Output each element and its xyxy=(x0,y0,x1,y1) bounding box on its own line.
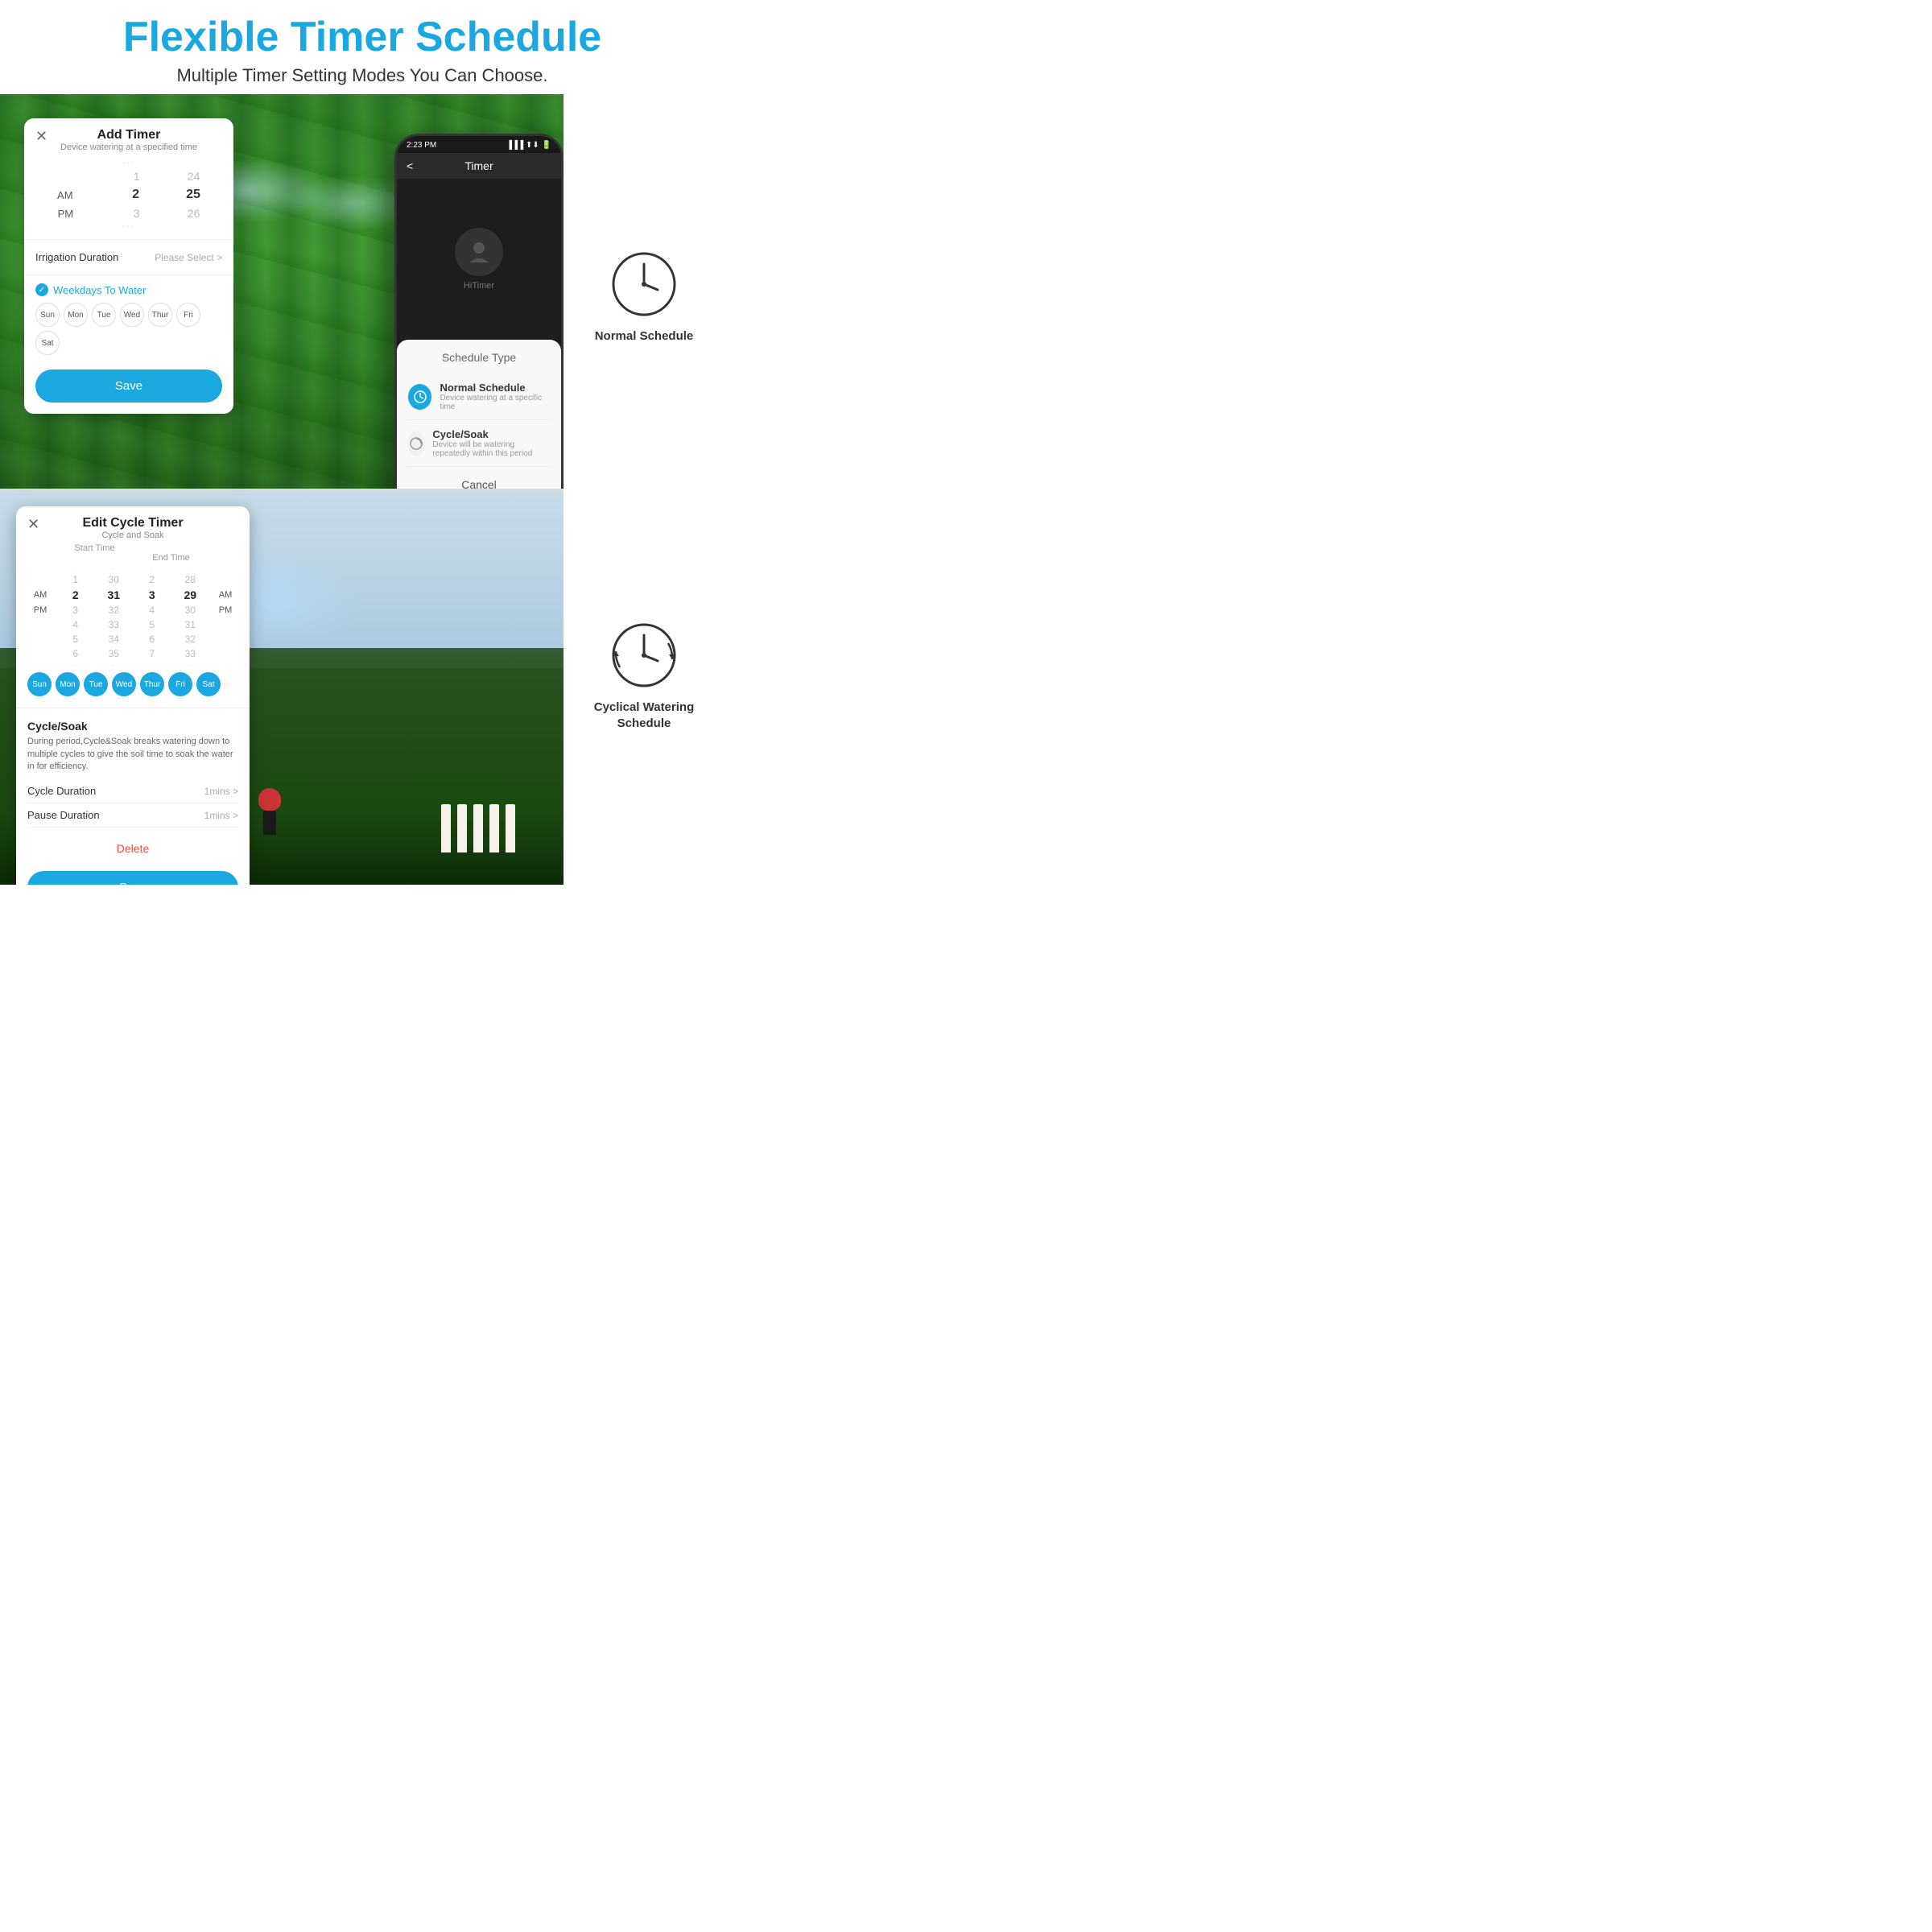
check-icon: ✓ xyxy=(35,283,48,296)
timer-label: HiTimer xyxy=(455,281,503,291)
nav-title: Timer xyxy=(408,159,550,172)
main-grid: ✕ Add Timer Device watering at a specifi… xyxy=(0,94,724,885)
time-row-2: AM 2 25 xyxy=(34,185,224,204)
cycle-soak-desc: During period,Cycle&Soak breaks watering… xyxy=(27,736,238,773)
edit-cycle-timer-card: ✕ Edit Cycle Timer Cycle and Soak Start … xyxy=(16,506,250,885)
phone-dark-area: HiTimer xyxy=(397,179,561,340)
cancel-button[interactable]: Cancel xyxy=(408,470,550,489)
phone-status-bar: 2:23 PM ▐▐▐ ⬆⬇ 🔋 xyxy=(397,136,561,153)
cycle-soak-icon xyxy=(408,431,424,456)
right-column: Normal Schedule Cyclical WateringSchedul… xyxy=(564,94,724,885)
main-title: Flexible Timer Schedule xyxy=(16,14,708,60)
normal-schedule-label: Normal Schedule xyxy=(595,328,694,345)
cycle-duration-value: 1mins > xyxy=(204,786,238,797)
cycle-clock-icon xyxy=(608,619,680,691)
cycle-day-sat[interactable]: Sat xyxy=(196,672,221,696)
dots-top: ··· xyxy=(34,159,224,167)
phone-avatar xyxy=(455,228,503,276)
close-icon-bottom[interactable]: ✕ xyxy=(27,516,39,533)
time-row-1: 1 24 xyxy=(34,167,224,185)
sprinkler xyxy=(254,788,286,836)
dots-bottom: ··· xyxy=(34,222,224,231)
normal-schedule-icon xyxy=(408,384,431,410)
cycle-day-thur[interactable]: Thur xyxy=(140,672,164,696)
fence xyxy=(441,804,515,852)
cycle-duration-row[interactable]: Cycle Duration 1mins > xyxy=(27,779,238,803)
normal-schedule-item: Normal Schedule xyxy=(595,248,694,345)
cycle-card-subtitle: Cycle and Soak xyxy=(82,530,183,540)
schedule-option-normal[interactable]: Normal Schedule Device watering at a spe… xyxy=(408,374,550,420)
phone-nav-bar: < Timer xyxy=(397,153,561,179)
pause-duration-label: Pause Duration xyxy=(27,809,100,821)
day-sat[interactable]: Sat xyxy=(35,331,60,355)
cycle-day-buttons: Sun Mon Tue Wed Thur Fri Sat xyxy=(16,669,250,703)
day-mon[interactable]: Mon xyxy=(64,303,88,327)
phone-bottom-sheet: Schedule Type Normal Schedule xyxy=(397,340,561,489)
time-row-3: PM 3 26 xyxy=(34,204,224,222)
cycle-soak-section: Cycle/Soak During period,Cycle&Soak brea… xyxy=(16,713,250,834)
card-title: Add Timer xyxy=(60,128,197,142)
cycle-schedule-label: Cyclical WateringSchedule xyxy=(594,700,694,731)
normal-clock-icon xyxy=(608,248,680,320)
save-button[interactable]: Save xyxy=(35,369,222,402)
pause-duration-row[interactable]: Pause Duration 1mins > xyxy=(27,803,238,828)
day-thur[interactable]: Thur xyxy=(148,303,172,327)
cycle-card-title: Edit Cycle Timer xyxy=(82,516,183,530)
cycle-soak-title: Cycle/Soak xyxy=(27,720,238,733)
top-scene: ✕ Add Timer Device watering at a specifi… xyxy=(0,94,564,489)
bottom-scene: ✕ Edit Cycle Timer Cycle and Soak Start … xyxy=(0,490,564,885)
close-icon[interactable]: ✕ xyxy=(35,128,47,145)
irrigation-value: Please Select > xyxy=(155,252,222,263)
time-picker: ··· 1 24 AM 2 25 PM 3 26 xyxy=(24,155,233,234)
schedule-option-cycle[interactable]: Cycle/Soak Device will be watering repea… xyxy=(408,420,550,467)
images-column: ✕ Add Timer Device watering at a specifi… xyxy=(0,94,564,885)
sheet-title: Schedule Type xyxy=(408,351,550,364)
main-subtitle: Multiple Timer Setting Modes You Can Cho… xyxy=(16,65,708,86)
divider-1 xyxy=(24,239,233,240)
cycle-day-wed[interactable]: Wed xyxy=(112,672,136,696)
weekdays-label: ✓ Weekdays To Water xyxy=(35,283,222,296)
cycle-time-picker: Start Time End Time ···· 130228 AM2313 xyxy=(16,543,250,669)
cycle-day-fri[interactable]: Fri xyxy=(168,672,192,696)
back-icon[interactable]: < xyxy=(407,159,413,172)
day-wed[interactable]: Wed xyxy=(120,303,144,327)
cycle-day-mon[interactable]: Mon xyxy=(56,672,80,696)
cycle-save-button[interactable]: Save xyxy=(27,871,238,885)
weekdays-section: ✓ Weekdays To Water Sun Mon Tue Wed Thur… xyxy=(24,280,233,361)
delete-button[interactable]: Delete xyxy=(16,834,250,863)
day-buttons: Sun Mon Tue Wed Thur Fri Sat xyxy=(35,303,222,355)
cycle-schedule-item: Cyclical WateringSchedule xyxy=(594,619,694,731)
cycle-duration-label: Cycle Duration xyxy=(27,785,96,797)
cycle-day-tue[interactable]: Tue xyxy=(84,672,108,696)
pause-duration-value: 1mins > xyxy=(204,810,238,821)
cycle-day-sun[interactable]: Sun xyxy=(27,672,52,696)
day-tue[interactable]: Tue xyxy=(92,303,116,327)
cycle-soak-text: Cycle/Soak Device will be watering repea… xyxy=(432,428,550,458)
card-subtitle: Device watering at a specified time xyxy=(60,142,197,152)
irrigation-label: Irrigation Duration xyxy=(35,251,118,263)
irrigation-row[interactable]: Irrigation Duration Please Select > xyxy=(24,245,233,270)
normal-schedule-text: Normal Schedule Device watering at a spe… xyxy=(440,382,550,411)
day-fri[interactable]: Fri xyxy=(176,303,200,327)
day-sun[interactable]: Sun xyxy=(35,303,60,327)
add-timer-card: ✕ Add Timer Device watering at a specifi… xyxy=(24,118,233,414)
phone-mockup: 2:23 PM ▐▐▐ ⬆⬇ 🔋 < Timer xyxy=(394,134,564,489)
header: Flexible Timer Schedule Multiple Timer S… xyxy=(0,0,724,94)
